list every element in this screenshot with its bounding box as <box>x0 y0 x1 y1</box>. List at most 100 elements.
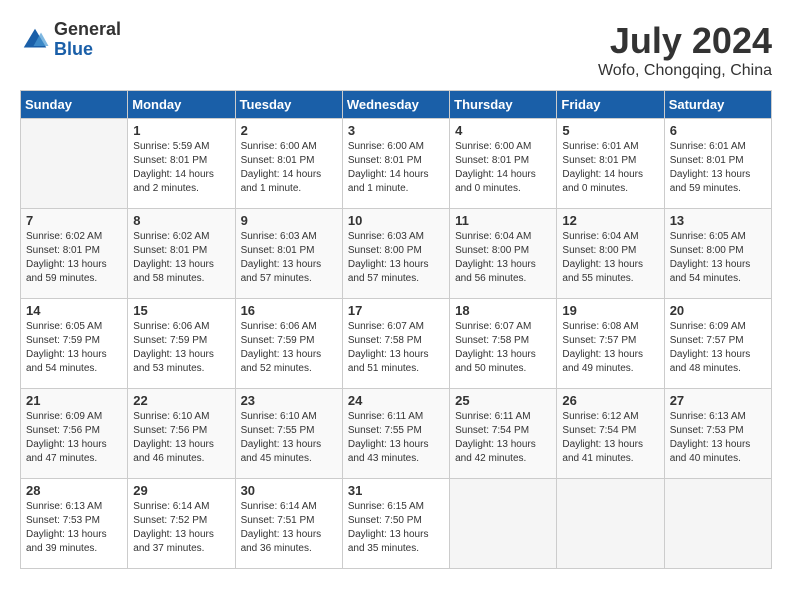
calendar-cell: 22 Sunrise: 6:10 AM Sunset: 7:56 PM Dayli… <box>128 389 235 479</box>
day-info: Sunrise: 6:03 AM Sunset: 8:00 PM Dayligh… <box>348 230 444 286</box>
day-number: 23 <box>241 393 337 408</box>
day-info: Sunrise: 6:00 AM Sunset: 8:01 PM Dayligh… <box>241 140 337 196</box>
day-number: 27 <box>670 393 766 408</box>
day-info: Sunrise: 6:02 AM Sunset: 8:01 PM Dayligh… <box>26 230 122 286</box>
day-of-week-header: Wednesday <box>342 91 449 119</box>
day-info: Sunrise: 6:00 AM Sunset: 8:01 PM Dayligh… <box>348 140 444 196</box>
day-info: Sunrise: 6:05 AM Sunset: 7:59 PM Dayligh… <box>26 320 122 376</box>
calendar-cell: 5 Sunrise: 6:01 AM Sunset: 8:01 PM Daylig… <box>557 119 664 209</box>
day-number: 4 <box>455 123 551 138</box>
day-number: 16 <box>241 303 337 318</box>
day-of-week-header: Monday <box>128 91 235 119</box>
calendar-cell: 16 Sunrise: 6:06 AM Sunset: 7:59 PM Dayli… <box>235 299 342 389</box>
calendar-cell: 17Sunrise: 6:07 AM Sunset: 7:58 PM Dayli… <box>342 299 449 389</box>
month-title: July 2024 <box>598 20 772 62</box>
day-number: 2 <box>241 123 337 138</box>
logo-blue: Blue <box>54 40 121 60</box>
day-info: Sunrise: 6:01 AM Sunset: 8:01 PM Dayligh… <box>670 140 766 196</box>
day-info: Sunrise: 6:08 AM Sunset: 7:57 PM Dayligh… <box>562 320 658 376</box>
calendar-cell <box>664 479 771 569</box>
day-number: 30 <box>241 483 337 498</box>
day-of-week-header: Friday <box>557 91 664 119</box>
day-info: Sunrise: 6:06 AM Sunset: 7:59 PM Dayligh… <box>133 320 229 376</box>
day-number: 21 <box>26 393 122 408</box>
calendar-cell: 1 Sunrise: 5:59 AM Sunset: 8:01 PM Daylig… <box>128 119 235 209</box>
calendar-cell: 8 Sunrise: 6:02 AM Sunset: 8:01 PM Daylig… <box>128 209 235 299</box>
calendar-cell: 19 Sunrise: 6:08 AM Sunset: 7:57 PM Dayli… <box>557 299 664 389</box>
calendar-week-row: 21Sunrise: 6:09 AM Sunset: 7:56 PM Dayli… <box>21 389 772 479</box>
day-number: 5 <box>562 123 658 138</box>
day-number: 20 <box>670 303 766 318</box>
calendar-cell: 15 Sunrise: 6:06 AM Sunset: 7:59 PM Dayli… <box>128 299 235 389</box>
calendar-cell: 30 Sunrise: 6:14 AM Sunset: 7:51 PM Dayli… <box>235 479 342 569</box>
calendar-cell: 20Sunrise: 6:09 AM Sunset: 7:57 PM Dayli… <box>664 299 771 389</box>
day-info: Sunrise: 6:02 AM Sunset: 8:01 PM Dayligh… <box>133 230 229 286</box>
day-of-week-header: Saturday <box>664 91 771 119</box>
calendar-week-row: 14Sunrise: 6:05 AM Sunset: 7:59 PM Dayli… <box>21 299 772 389</box>
day-number: 26 <box>562 393 658 408</box>
day-number: 15 <box>133 303 229 318</box>
day-info: Sunrise: 6:13 AM Sunset: 7:53 PM Dayligh… <box>670 410 766 466</box>
calendar-cell: 4Sunrise: 6:00 AM Sunset: 8:01 PM Daylig… <box>450 119 557 209</box>
day-info: Sunrise: 6:10 AM Sunset: 7:56 PM Dayligh… <box>133 410 229 466</box>
calendar-cell: 13Sunrise: 6:05 AM Sunset: 8:00 PM Dayli… <box>664 209 771 299</box>
day-info: Sunrise: 6:06 AM Sunset: 7:59 PM Dayligh… <box>241 320 337 376</box>
calendar-week-row: 1 Sunrise: 5:59 AM Sunset: 8:01 PM Daylig… <box>21 119 772 209</box>
calendar-cell: 11 Sunrise: 6:04 AM Sunset: 8:00 PM Dayli… <box>450 209 557 299</box>
calendar-cell: 31Sunrise: 6:15 AM Sunset: 7:50 PM Dayli… <box>342 479 449 569</box>
day-info: Sunrise: 6:11 AM Sunset: 7:54 PM Dayligh… <box>455 410 551 466</box>
calendar-cell: 24Sunrise: 6:11 AM Sunset: 7:55 PM Dayli… <box>342 389 449 479</box>
day-info: Sunrise: 6:07 AM Sunset: 7:58 PM Dayligh… <box>455 320 551 376</box>
calendar-cell: 12Sunrise: 6:04 AM Sunset: 8:00 PM Dayli… <box>557 209 664 299</box>
calendar-week-row: 7 Sunrise: 6:02 AM Sunset: 8:01 PM Daylig… <box>21 209 772 299</box>
day-info: Sunrise: 6:04 AM Sunset: 8:00 PM Dayligh… <box>562 230 658 286</box>
day-number: 1 <box>133 123 229 138</box>
day-number: 9 <box>241 213 337 228</box>
day-number: 24 <box>348 393 444 408</box>
day-info: Sunrise: 6:14 AM Sunset: 7:51 PM Dayligh… <box>241 500 337 556</box>
calendar-cell <box>21 119 128 209</box>
day-info: Sunrise: 6:01 AM Sunset: 8:01 PM Dayligh… <box>562 140 658 196</box>
day-number: 13 <box>670 213 766 228</box>
calendar-week-row: 28Sunrise: 6:13 AM Sunset: 7:53 PM Dayli… <box>21 479 772 569</box>
logo-text: General Blue <box>54 20 121 60</box>
day-number: 6 <box>670 123 766 138</box>
day-of-week-header: Tuesday <box>235 91 342 119</box>
day-number: 8 <box>133 213 229 228</box>
day-number: 7 <box>26 213 122 228</box>
day-info: Sunrise: 6:13 AM Sunset: 7:53 PM Dayligh… <box>26 500 122 556</box>
day-info: Sunrise: 6:15 AM Sunset: 7:50 PM Dayligh… <box>348 500 444 556</box>
calendar-cell: 29 Sunrise: 6:14 AM Sunset: 7:52 PM Dayli… <box>128 479 235 569</box>
calendar-cell: 23 Sunrise: 6:10 AM Sunset: 7:55 PM Dayli… <box>235 389 342 479</box>
day-number: 11 <box>455 213 551 228</box>
calendar-cell: 21Sunrise: 6:09 AM Sunset: 7:56 PM Dayli… <box>21 389 128 479</box>
calendar-cell: 14Sunrise: 6:05 AM Sunset: 7:59 PM Dayli… <box>21 299 128 389</box>
day-number: 10 <box>348 213 444 228</box>
day-info: Sunrise: 6:10 AM Sunset: 7:55 PM Dayligh… <box>241 410 337 466</box>
calendar-cell: 3 Sunrise: 6:00 AM Sunset: 8:01 PM Daylig… <box>342 119 449 209</box>
logo-icon <box>20 25 50 55</box>
calendar-cell: 6 Sunrise: 6:01 AM Sunset: 8:01 PM Daylig… <box>664 119 771 209</box>
day-number: 17 <box>348 303 444 318</box>
header-row: SundayMondayTuesdayWednesdayThursdayFrid… <box>21 91 772 119</box>
day-number: 3 <box>348 123 444 138</box>
calendar-cell <box>557 479 664 569</box>
calendar-cell: 18 Sunrise: 6:07 AM Sunset: 7:58 PM Dayli… <box>450 299 557 389</box>
title-section: July 2024 Wofo, Chongqing, China <box>598 20 772 80</box>
day-info: Sunrise: 5:59 AM Sunset: 8:01 PM Dayligh… <box>133 140 229 196</box>
day-number: 25 <box>455 393 551 408</box>
day-info: Sunrise: 6:14 AM Sunset: 7:52 PM Dayligh… <box>133 500 229 556</box>
page-header: General Blue July 2024 Wofo, Chongqing, … <box>20 20 772 80</box>
location: Wofo, Chongqing, China <box>598 62 772 80</box>
day-number: 22 <box>133 393 229 408</box>
calendar-cell: 25 Sunrise: 6:11 AM Sunset: 7:54 PM Dayli… <box>450 389 557 479</box>
day-info: Sunrise: 6:12 AM Sunset: 7:54 PM Dayligh… <box>562 410 658 466</box>
day-number: 29 <box>133 483 229 498</box>
day-number: 18 <box>455 303 551 318</box>
day-info: Sunrise: 6:04 AM Sunset: 8:00 PM Dayligh… <box>455 230 551 286</box>
day-info: Sunrise: 6:03 AM Sunset: 8:01 PM Dayligh… <box>241 230 337 286</box>
day-of-week-header: Thursday <box>450 91 557 119</box>
day-number: 19 <box>562 303 658 318</box>
calendar-cell: 28Sunrise: 6:13 AM Sunset: 7:53 PM Dayli… <box>21 479 128 569</box>
calendar-cell: 10 Sunrise: 6:03 AM Sunset: 8:00 PM Dayli… <box>342 209 449 299</box>
